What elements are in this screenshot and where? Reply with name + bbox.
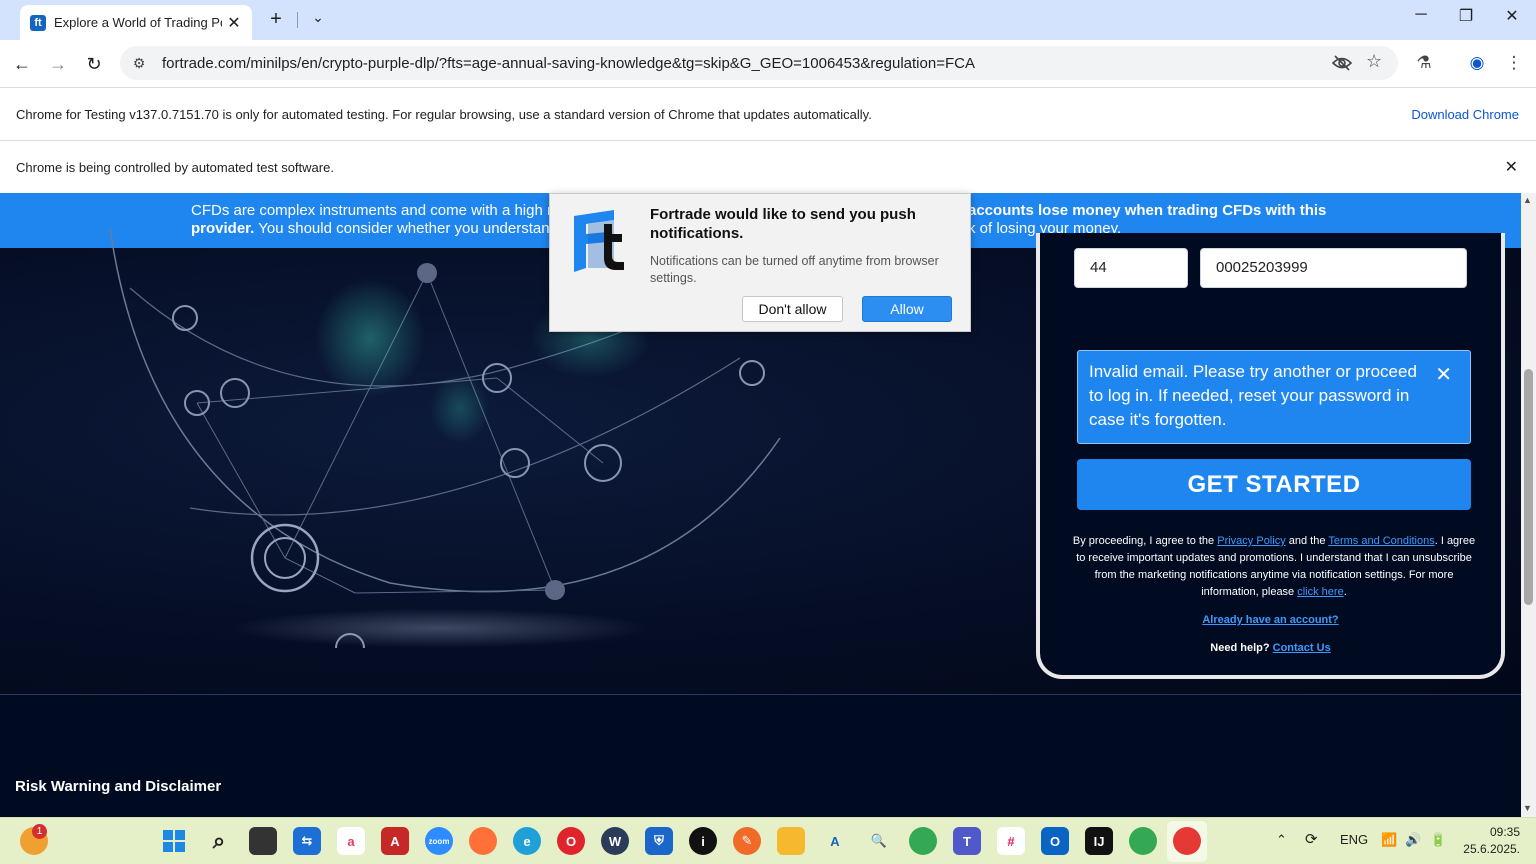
windows-taskbar: 1 ⌕ ⇆ a A zoom e O W ⛨ i ✎ A 🔍 T # O IJ …	[0, 817, 1536, 864]
testing-notice-text: Chrome for Testing v137.0.7151.70 is onl…	[16, 106, 872, 122]
app-store-icon[interactable]: A	[821, 827, 849, 855]
automation-notice-text: Chrome is being controlled by automated …	[16, 159, 334, 175]
fortrade-logo-icon	[574, 210, 624, 272]
dont-allow-button[interactable]: Don't allow	[742, 296, 843, 322]
url-text[interactable]: fortrade.com/minilps/en/crypto-purple-dl…	[162, 55, 975, 72]
tab-strip: ft Explore a World of Trading Possibilit…	[0, 0, 1536, 40]
volume-icon[interactable]: 🔊	[1405, 832, 1421, 848]
click-here-link[interactable]: click here	[1297, 586, 1343, 598]
floor-glow	[230, 608, 650, 648]
tab-separator	[297, 12, 298, 28]
chrome-2-icon[interactable]	[1129, 827, 1157, 855]
security-shield-icon[interactable]: ⛨	[645, 827, 673, 855]
tab-title: Explore a World of Trading Possibilities	[54, 15, 222, 30]
restore-window-icon[interactable]: ❐	[1446, 6, 1486, 26]
close-infobar-icon[interactable]: ✕	[1505, 157, 1518, 177]
registration-form-card: 44 00025203999 Invalid email. Please try…	[1036, 233, 1505, 679]
profile-avatar-icon[interactable]: ◉	[1466, 53, 1488, 73]
error-message: Invalid email. Please try another or pro…	[1089, 362, 1417, 429]
tab-search-chevron-icon[interactable]: ⌄	[308, 9, 328, 26]
contact-us-link[interactable]: Contact Us	[1273, 642, 1331, 654]
clock-time: 09:35	[1489, 825, 1520, 839]
get-started-button[interactable]: GET STARTED	[1077, 459, 1471, 510]
notification-subtitle: Notifications can be turned off anytime …	[650, 254, 939, 285]
wifi-icon[interactable]: 📶	[1381, 832, 1397, 848]
testing-infobar: Chrome for Testing v137.0.7151.70 is onl…	[0, 87, 1536, 140]
automation-infobar: Chrome is being controlled by automated …	[0, 140, 1536, 193]
zoom-icon[interactable]: zoom	[425, 827, 453, 855]
labs-flask-icon[interactable]: ⚗	[1413, 53, 1435, 73]
scroll-up-arrow-icon[interactable]: ▲	[1523, 195, 1532, 205]
file-explorer-icon[interactable]	[777, 827, 805, 855]
magnifier-app-icon[interactable]: 🔍	[865, 827, 893, 855]
new-tab-button[interactable]: +	[264, 8, 288, 31]
download-chrome-link[interactable]: Download Chrome	[1411, 107, 1519, 122]
back-arrow-icon[interactable]: ←	[8, 50, 36, 78]
pen-app-icon[interactable]: ✎	[733, 827, 761, 855]
terms-link[interactable]: Terms and Conditions	[1328, 535, 1434, 547]
menu-kebab-icon[interactable]: ⋮	[1503, 53, 1525, 73]
notification-title: Fortrade would like to send you push not…	[650, 206, 916, 242]
tray-overflow-chevron-icon[interactable]: ⌃	[1276, 832, 1287, 848]
language-indicator[interactable]: ENG	[1340, 832, 1368, 847]
firefox-icon[interactable]	[469, 827, 497, 855]
slack-icon[interactable]: #	[997, 827, 1025, 855]
notification-badge: 1	[32, 824, 47, 839]
jetbrains-icon[interactable]: IJ	[1085, 827, 1113, 855]
close-error-icon[interactable]: ✕	[1435, 363, 1452, 387]
eye-off-icon[interactable]	[1331, 54, 1353, 77]
minimize-window-icon[interactable]: ─	[1401, 6, 1441, 24]
chrome-icon[interactable]	[909, 827, 937, 855]
risk-warning-heading: Risk Warning and Disclaimer	[15, 778, 222, 795]
sync-icon[interactable]: ⟳	[1305, 830, 1318, 848]
site-info-icon[interactable]: ⚙	[126, 55, 152, 72]
error-alert: Invalid email. Please try another or pro…	[1077, 350, 1471, 444]
chrome-testing-icon[interactable]	[1173, 827, 1201, 855]
app-i-icon[interactable]: i	[689, 827, 717, 855]
teams-icon[interactable]: T	[953, 827, 981, 855]
push-notification-prompt: Fortrade would like to send you push not…	[549, 193, 971, 332]
allow-button[interactable]: Allow	[862, 296, 952, 322]
phone-number-field[interactable]: 00025203999	[1200, 248, 1467, 288]
close-tab-icon[interactable]: ✕	[224, 13, 244, 33]
browser-toolbar: ← → ↻ ⚙ fortrade.com/minilps/en/crypto-p…	[0, 40, 1536, 87]
task-view-icon[interactable]	[249, 827, 277, 855]
windows-start-icon[interactable]	[160, 827, 188, 855]
edge-icon[interactable]: e	[513, 827, 541, 855]
outlook-icon[interactable]: O	[1041, 827, 1069, 855]
need-help-row: Need help? Contact Us	[1210, 642, 1331, 654]
pdf-reader-icon[interactable]: A	[381, 827, 409, 855]
already-account-row: Already have an account?	[1040, 614, 1501, 626]
clock-date: 25.6.2025.	[1463, 842, 1520, 856]
scroll-down-arrow-icon[interactable]: ▼	[1523, 803, 1532, 813]
forward-arrow-icon[interactable]: →	[44, 50, 72, 78]
bookmark-star-icon[interactable]: ☆	[1366, 51, 1382, 72]
legal-text: By proceeding, I agree to the Privacy Po…	[1072, 535, 1476, 598]
system-clock[interactable]: 09:35 25.6.2025.	[1458, 824, 1520, 858]
address-bar[interactable]: ⚙ fortrade.com/minilps/en/crypto-purple-…	[120, 46, 1398, 80]
privacy-policy-link[interactable]: Privacy Policy	[1217, 535, 1285, 547]
already-account-link[interactable]: Already have an account?	[1202, 614, 1338, 626]
search-icon[interactable]: ⌕	[205, 827, 233, 855]
wordpress-icon[interactable]: W	[601, 827, 629, 855]
phone-prefix-field[interactable]: 44	[1074, 248, 1188, 288]
battery-icon[interactable]: 🔋	[1430, 832, 1446, 848]
opera-icon[interactable]: O	[557, 827, 585, 855]
scroll-thumb[interactable]	[1524, 369, 1533, 605]
fortrade-favicon-icon: ft	[30, 14, 46, 31]
tab-active[interactable]: ft Explore a World of Trading Possibilit…	[20, 5, 252, 40]
reload-icon[interactable]: ↻	[80, 50, 108, 78]
page-scrollbar[interactable]: ▲ ▼	[1521, 193, 1536, 817]
section-divider	[0, 694, 1521, 695]
close-window-icon[interactable]: ✕	[1492, 6, 1532, 26]
app-a-icon[interactable]: a	[337, 827, 365, 855]
teamviewer-icon[interactable]: ⇆	[293, 827, 321, 855]
